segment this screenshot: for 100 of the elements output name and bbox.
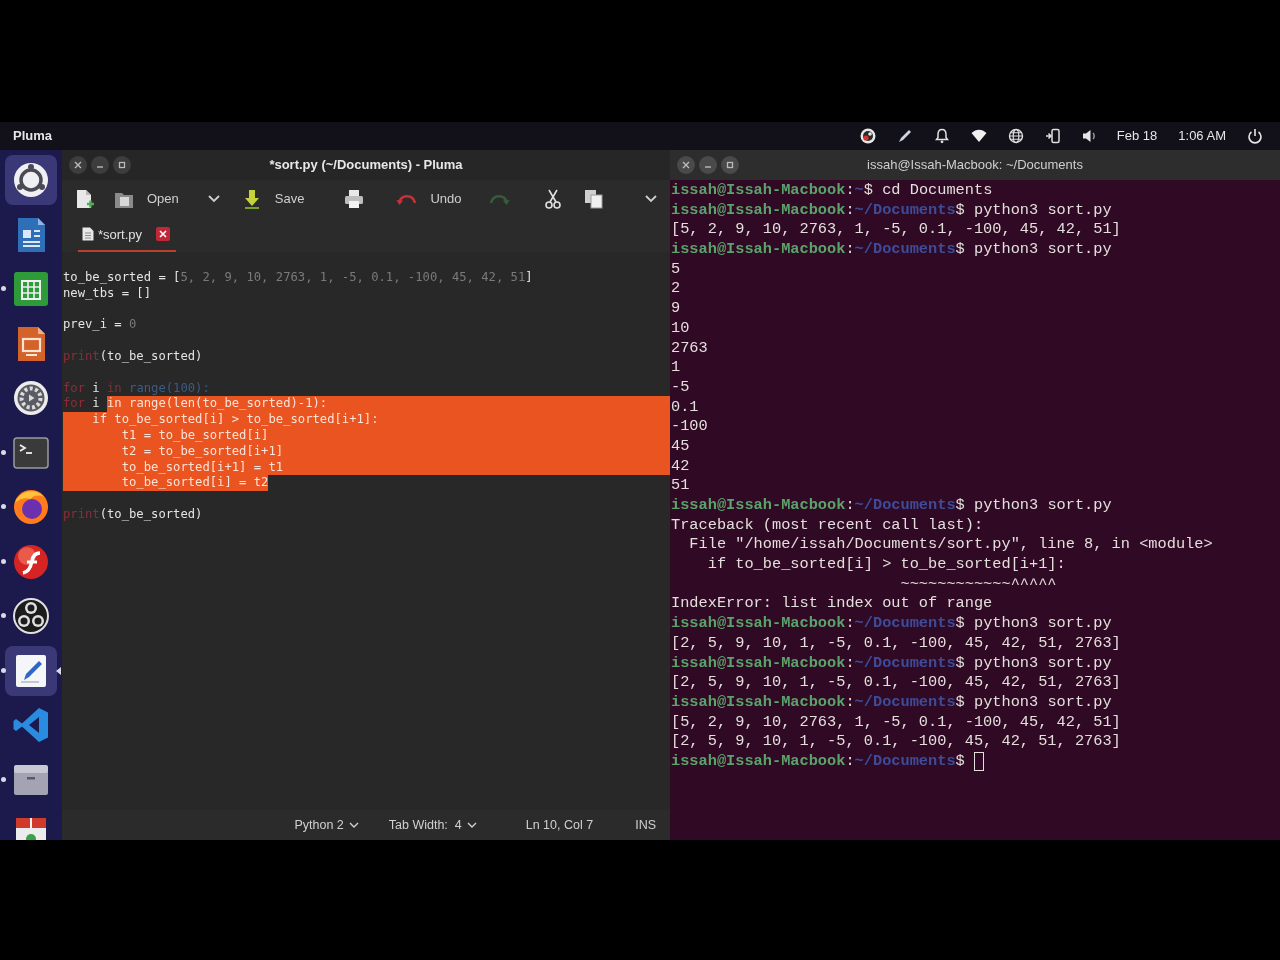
code-keyword: print [63, 349, 100, 365]
date-text[interactable]: Feb 18 [1116, 126, 1158, 146]
command-text: cd Documents [881, 181, 993, 201]
code-builtin: range(100): [128, 380, 210, 397]
minimize-button[interactable] [699, 156, 717, 174]
volume-icon[interactable] [1081, 128, 1098, 144]
launcher-button[interactable] [5, 155, 57, 205]
prompt-path: ~/Documents [854, 200, 956, 221]
prompt-host: issah@Issah-Macbook [671, 692, 846, 713]
caret-icon [645, 195, 657, 203]
bell-icon[interactable] [933, 128, 950, 144]
open-button[interactable]: Open [109, 184, 183, 214]
close-button[interactable] [677, 156, 695, 174]
power-icon[interactable] [1247, 128, 1263, 144]
status-dropdown[interactable]: Python 2 [294, 815, 359, 835]
code-text: ] [525, 270, 533, 286]
undo-button[interactable]: Undo [392, 184, 466, 214]
output-text: IndexError: list index out of range [671, 594, 993, 615]
prompt-separator: : [845, 614, 855, 634]
window-title: issah@Issah-Macbook: ~/Documents [867, 156, 1083, 175]
prompt-host: issah@Issah-Macbook [671, 496, 846, 516]
command-text: python3 sort.py [972, 200, 1112, 221]
output-text: 42 [671, 456, 690, 477]
save-button[interactable]: Save [236, 184, 309, 214]
output-text: ~~~~~~~~~~~~^^^^^ [899, 574, 1057, 595]
code-text: i [91, 380, 101, 397]
command-text: python3 sort.py [972, 614, 1112, 634]
output-text: 2 [671, 279, 681, 300]
prompt-path: ~/Documents [854, 751, 956, 772]
selected-code: in range(len(to_be_sorted)-1): [107, 396, 328, 413]
code-text: to_be_sorted = [ [63, 270, 181, 286]
prompt-sign: $ [955, 200, 965, 221]
prompt-host: issah@Issah-Macbook [671, 751, 846, 772]
output-text: [2, 5, 9, 10, 1, -5, 0.1, -100, 45, 42, 51, 2763] [671, 732, 1121, 752]
prompt-sign: $ [955, 653, 965, 674]
status-text: INS [635, 816, 656, 834]
output-text: 5 [671, 259, 681, 280]
wifi-icon[interactable] [970, 128, 987, 144]
prompt-separator: : [845, 496, 855, 516]
prompt-separator: : [845, 181, 855, 201]
code-text: prev_i = [63, 317, 123, 334]
prompt-host: issah@Issah-Macbook [671, 200, 846, 221]
output-text: [2, 5, 9, 10, 1, -5, 0.1, -100, 45, 42, 51, 2763] [671, 633, 1121, 654]
output-text: Traceback (most recent call last): [671, 515, 984, 536]
prompt-sign: $ [955, 751, 965, 772]
close-button[interactable] [69, 156, 87, 174]
maximize-button[interactable] [113, 156, 131, 174]
command-text: python3 sort.py [972, 496, 1112, 516]
command-text: python3 sort.py [972, 240, 1112, 260]
prompt-separator: : [845, 240, 855, 260]
app-menu[interactable]: Pluma [13, 126, 52, 146]
prompt-sign: $ [863, 181, 873, 201]
window-title: *sort.py (~/Documents) - Pluma [269, 156, 463, 175]
ring-icon[interactable] [859, 128, 876, 144]
launcher-button[interactable] [5, 645, 57, 696]
code-keyword: in [107, 380, 122, 397]
output-text: -5 [671, 377, 690, 398]
prompt-sign: $ [955, 614, 965, 634]
selected-code: to_be_sorted[i] = t2 [63, 475, 269, 492]
prompt-path: ~/Documents [854, 614, 956, 634]
output-text: [5, 2, 9, 10, 2763, 1, -5, 0.1, -100, 45, 42, 51] [671, 220, 1121, 241]
code-text: (to_be_sorted) [99, 506, 203, 523]
prompt-separator: : [845, 692, 855, 713]
output-text: if to_be_sorted[i] > to_be_sorted[i+1]: [706, 555, 1066, 575]
prompt-path: ~ [854, 181, 864, 201]
maximize-icon [726, 161, 734, 169]
output-text: 45 [671, 436, 690, 457]
status-text: Ln 10, Col 7 [525, 816, 594, 834]
close-icon [74, 161, 82, 169]
prompt-path: ~/Documents [854, 653, 956, 674]
prompt-separator: : [845, 751, 855, 772]
prompt-host: issah@Issah-Macbook [671, 240, 846, 260]
output-text: -100 [671, 417, 708, 437]
minimize-button[interactable] [91, 156, 109, 174]
prompt-host: issah@Issah-Macbook [671, 181, 846, 201]
prompt-path: ~/Documents [854, 692, 956, 713]
prompt-host: issah@Issah-Macbook [671, 614, 846, 634]
output-text: 10 [671, 318, 690, 339]
prompt-separator: : [845, 200, 855, 221]
clock-text[interactable]: 1:06 AM [1178, 126, 1226, 146]
prompt-sign: $ [955, 692, 965, 713]
output-text: [2, 5, 9, 10, 1, -5, 0.1, -100, 45, 42, 51, 2763] [671, 673, 1121, 693]
code-keyword: print [63, 506, 100, 523]
code-text: (to_be_sorted) [99, 349, 203, 365]
command-text: python3 sort.py [972, 653, 1112, 674]
code-text: new_tbs = [] [63, 285, 152, 302]
output-text: 1 [671, 358, 681, 378]
close-icon[interactable] [156, 227, 171, 242]
prompt-sign: $ [955, 240, 965, 260]
globe-icon[interactable] [1007, 128, 1024, 144]
output-text: 51 [671, 476, 690, 496]
printer-icon [343, 188, 366, 210]
status-dropdown[interactable]: Tab Width: 4 [388, 815, 477, 835]
caret-icon [207, 195, 220, 203]
phone-icon[interactable] [1044, 128, 1061, 144]
code-number: 0 [129, 317, 137, 334]
command-text: python3 sort.py [972, 692, 1112, 713]
pen-icon[interactable] [896, 128, 913, 144]
code-text: i [91, 396, 101, 413]
maximize-button[interactable] [721, 156, 739, 174]
